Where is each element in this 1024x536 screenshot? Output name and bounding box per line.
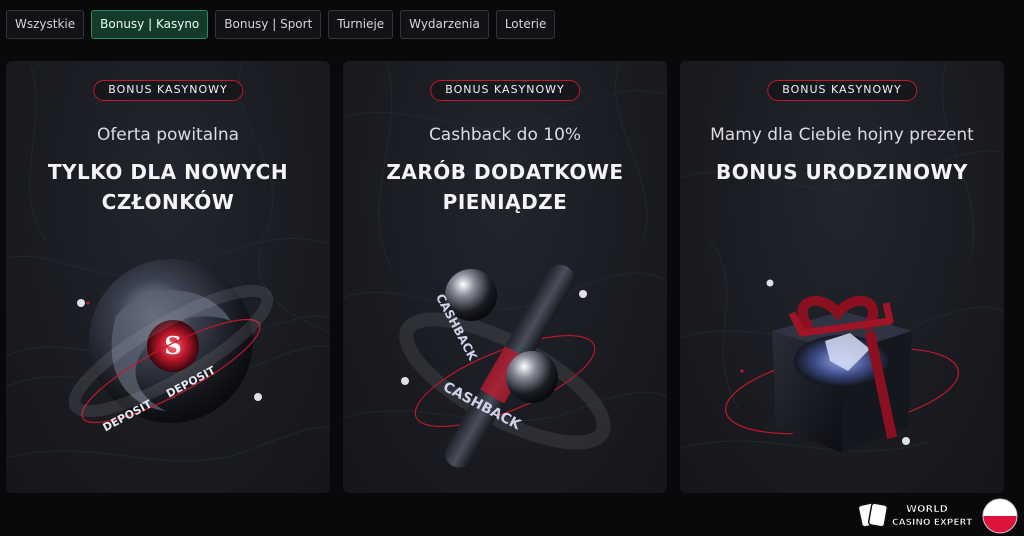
tab-wszystkie[interactable]: Wszystkie — [6, 10, 85, 39]
cashback-percent-icon: CASHBACK CASHBACK — [399, 264, 611, 468]
card-subtitle: Cashback do 10% — [428, 125, 582, 145]
watermark-line1: WORLD — [906, 504, 948, 515]
card-headline: ZARÓB DODATKOWE PIENIĄDZE — [386, 160, 624, 214]
card-subtitle: Mamy dla Ciebie hojny prezent — [710, 125, 974, 145]
tab-wydarzenia[interactable]: Wydarzenia — [400, 10, 489, 39]
tab-bonusy-kasyno[interactable]: Bonusy | Kasyno — [91, 10, 209, 39]
gift-box-icon — [725, 279, 959, 453]
deposit-sphere-icon: S DEPOSIT DEPOSIT — [68, 259, 274, 434]
card-badge: BONUS KASYNOWY — [430, 80, 580, 101]
card-badge: BONUS KASYNOWY — [767, 80, 917, 101]
cards-logo-icon — [858, 502, 889, 528]
promo-card-welcome[interactable]: BONUS KASYNOWY Oferta powitalna TYLKO DL… — [6, 61, 330, 493]
poland-flag-icon — [982, 498, 1018, 534]
card-badge: BONUS KASYNOWY — [93, 80, 243, 101]
card-headline: TYLKO DLA NOWYCH CZŁONKÓW — [47, 160, 289, 214]
card-headline: BONUS URODZINOWY — [715, 160, 969, 184]
promo-card-birthday[interactable]: BONUS KASYNOWY Mamy dla Ciebie hojny pre… — [680, 61, 1004, 493]
tab-bonusy-sport[interactable]: Bonusy | Sport — [215, 10, 322, 39]
tab-turnieje[interactable]: Turnieje — [328, 10, 394, 39]
tab-loterie[interactable]: Loterie — [495, 10, 556, 39]
world-casino-expert-watermark: WORLD CASINO EXPERT — [858, 498, 1018, 534]
promo-card-cashback[interactable]: BONUS KASYNOWY Cashback do 10% ZARÓB DOD… — [343, 61, 667, 493]
card-subtitle: Oferta powitalna — [96, 125, 240, 145]
category-tabs: Wszystkie Bonusy | Kasyno Bonusy | Sport… — [6, 10, 556, 39]
watermark-line2: CASINO EXPERT — [892, 518, 973, 528]
promo-cards: BONUS KASYNOWY Oferta powitalna TYLKO DL… — [6, 61, 1004, 493]
